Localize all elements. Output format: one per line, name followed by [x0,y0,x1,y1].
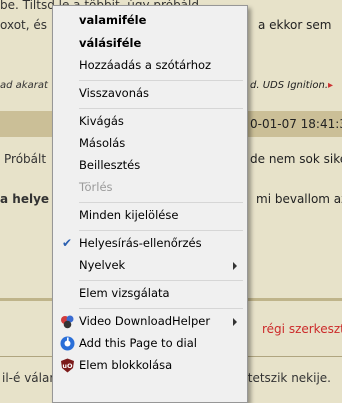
menu-separator [79,280,243,281]
signature-text: d. UDS Ignition. [250,80,328,91]
menu-separator [79,230,243,231]
menu-item-label: valamiféle [79,13,147,27]
spellcheck-item[interactable]: ✔ Helyesírás-ellenőrzés [55,233,245,254]
bg-text-line-2-right: a ekkor sem [258,18,332,32]
context-menu: valamiféle válásiféle Hozzáadás a szótár… [52,5,248,403]
post-date: 0-01-07 18:41:37 [250,117,342,131]
speed-dial-icon [60,336,75,351]
bg-text-line-5-right: de nem sok sike [250,152,342,166]
languages-submenu-item[interactable]: Nyelvek [55,255,245,276]
checkmark-icon: ✔ [62,236,73,250]
svg-text:uO: uO [62,362,73,370]
video-downloadhelper-icon [61,315,74,329]
bg-text-line-5-left: Próbált [4,152,47,166]
block-element-item[interactable]: uO Elem blokkolása [55,355,245,376]
car-icon: ▸ [328,80,334,91]
ublock-icon: uO [61,358,74,373]
bg-signature-right: d. UDS Ignition.▸ [250,80,333,91]
submenu-arrow-icon [233,262,237,270]
video-downloadhelper-item[interactable]: Video DownloadHelper [55,311,245,332]
menu-item-label: Hozzáadás a szótárhoz [79,58,212,72]
menu-item-label: Elem vizsgálata [79,286,170,300]
bg-signature-left: ad akarat [0,80,48,91]
menu-item-label: Elem blokkolása [79,358,173,372]
menu-separator [79,108,243,109]
menu-separator [79,80,243,81]
undo-item[interactable]: Visszavonás [55,83,245,104]
menu-item-label: Törlés [79,180,113,194]
inspect-element-item[interactable]: Elem vizsgálata [55,283,245,304]
menu-item-label: Visszavonás [79,86,150,100]
menu-item-label: Beillesztés [79,158,141,172]
suggestion-valamifele[interactable]: valamiféle [55,10,245,31]
menu-item-label: Video DownloadHelper [79,314,211,328]
bg-text-line-2-left: oxot, és [0,18,48,32]
menu-item-label: Add this Page to dial [79,336,197,350]
bg-text-line-6-right: mi bevallom az [256,192,342,206]
submenu-arrow-icon [233,318,237,326]
menu-item-label: válásiféle [79,36,142,50]
suggestion-valasifele[interactable]: válásiféle [55,33,245,54]
menu-item-label: Minden kijelölése [79,208,179,222]
menu-item-label: Helyesírás-ellenőrzés [79,236,202,250]
select-all-item[interactable]: Minden kijelölése [55,205,245,226]
delete-item: Törlés [55,177,245,198]
bg-text-line-6-left: a helye [0,192,50,206]
add-to-dictionary-item[interactable]: Hozzáadás a szótárhoz [55,55,245,76]
menu-item-label: Nyelvek [79,258,126,272]
cut-item[interactable]: Kivágás [55,111,245,132]
menu-item-label: Másolás [79,136,126,150]
add-to-dial-item[interactable]: Add this Page to dial [55,333,245,354]
menu-separator [79,202,243,203]
paste-item[interactable]: Beillesztés [55,155,245,176]
old-editor-link[interactable]: régi szerkesztő [262,322,342,336]
menu-item-label: Kivágás [79,114,124,128]
copy-item[interactable]: Másolás [55,133,245,154]
menu-separator [79,308,243,309]
